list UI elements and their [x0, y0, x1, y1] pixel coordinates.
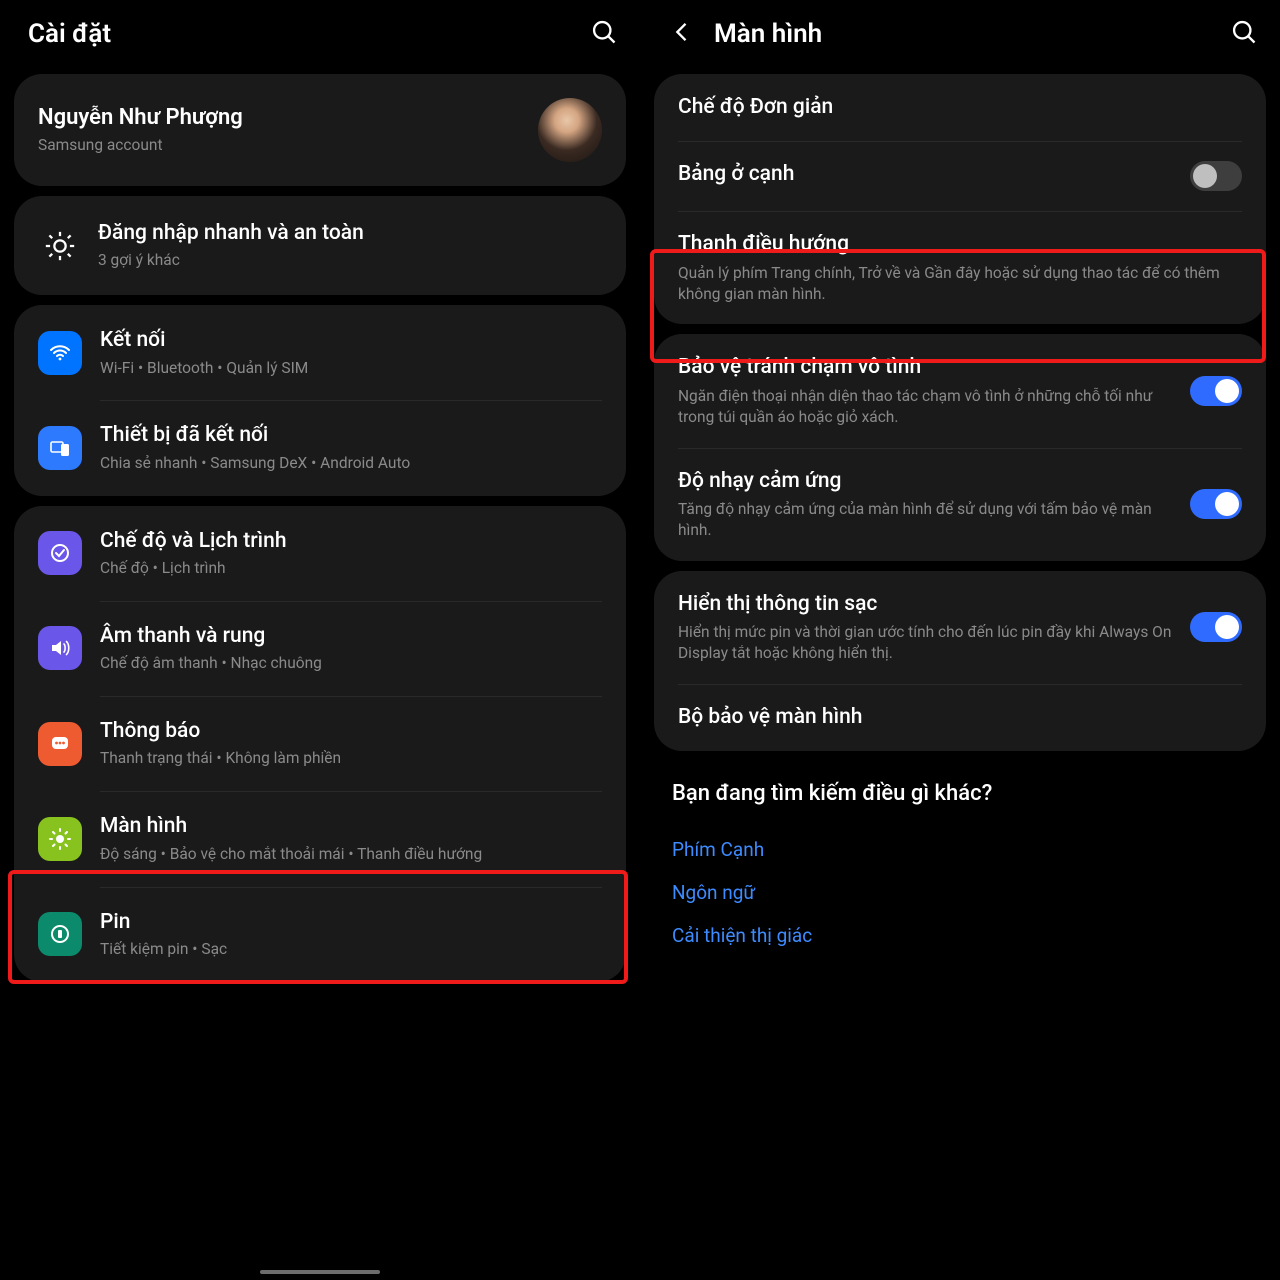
tip-sub: 3 gợi ý khác	[98, 250, 602, 271]
item-touch-sensitivity[interactable]: Độ nhạy cảm ứng Tăng độ nhạy cảm ứng của…	[654, 448, 1266, 561]
back-icon[interactable]	[668, 18, 696, 50]
wifi-icon	[38, 331, 82, 375]
item-charging-info[interactable]: Hiển thị thông tin sạc Hiển thị mức pin …	[654, 571, 1266, 684]
page-title: Cài đặt	[28, 19, 590, 49]
item-notifications[interactable]: Thông báo Thanh trạng thái • Không làm p…	[14, 696, 626, 791]
more-heading: Bạn đang tìm kiếm điều gì khác?	[672, 781, 1248, 806]
item-battery[interactable]: Pin Tiết kiệm pin • Sạc	[14, 887, 626, 982]
notifications-icon	[38, 722, 82, 766]
battery-icon	[38, 912, 82, 956]
link-side-key[interactable]: Phím Cạnh	[672, 828, 1248, 871]
display-group-1: Chế độ Đơn giản Bảng ở cạnh Thanh điều h…	[654, 74, 1266, 324]
devices-icon	[38, 426, 82, 470]
link-vision-improve[interactable]: Cải thiện thị giác	[672, 914, 1248, 957]
settings-header: Cài đặt	[8, 0, 632, 64]
item-sound[interactable]: Âm thanh và rung Chế độ âm thanh • Nhạc …	[14, 601, 626, 696]
item-connected-devices[interactable]: Thiết bị đã kết nối Chia sẻ nhanh • Sams…	[14, 400, 626, 495]
search-icon[interactable]	[590, 18, 618, 50]
display-group-2: Bảo vệ tránh chạm vô tình Ngăn điện thoạ…	[654, 334, 1266, 560]
brightness-icon	[38, 817, 82, 861]
item-accidental-touch[interactable]: Bảo vệ tránh chạm vô tình Ngăn điện thoạ…	[654, 334, 1266, 447]
search-icon[interactable]	[1230, 18, 1258, 50]
home-indicator[interactable]	[260, 1270, 380, 1274]
avatar[interactable]	[538, 98, 602, 162]
item-easy-mode[interactable]: Chế độ Đơn giản	[654, 74, 1266, 141]
item-edge-panels[interactable]: Bảng ở cạnh	[654, 141, 1266, 211]
prefs-group: Chế độ và Lịch trình Chế độ • Lịch trình…	[14, 506, 626, 982]
display-group-3: Hiển thị thông tin sạc Hiển thị mức pin …	[654, 571, 1266, 751]
lightbulb-icon	[38, 224, 82, 268]
item-display[interactable]: Màn hình Độ sáng • Bảo vệ cho mắt thoải …	[14, 791, 626, 886]
item-modes[interactable]: Chế độ và Lịch trình Chế độ • Lịch trình	[14, 506, 626, 601]
modes-icon	[38, 531, 82, 575]
toggle-charging-info[interactable]	[1190, 612, 1242, 642]
page-title: Màn hình	[714, 19, 1230, 49]
tip-title: Đăng nhập nhanh và an toàn	[98, 220, 602, 247]
display-header: Màn hình	[648, 0, 1272, 64]
account-name: Nguyễn Như Phượng	[38, 104, 538, 133]
link-language[interactable]: Ngôn ngữ	[672, 871, 1248, 914]
tips-card[interactable]: Đăng nhập nhanh và an toàn 3 gợi ý khác	[14, 196, 626, 295]
toggle-accidental-touch[interactable]	[1190, 376, 1242, 406]
item-screen-saver[interactable]: Bộ bảo vệ màn hình	[654, 684, 1266, 751]
item-navigation-bar[interactable]: Thanh điều hướng Quản lý phím Trang chín…	[654, 211, 1266, 324]
account-card[interactable]: Nguyễn Như Phượng Samsung account	[14, 74, 626, 186]
toggle-edge-panels[interactable]	[1190, 161, 1242, 191]
looking-for-something: Bạn đang tìm kiếm điều gì khác? Phím Cạn…	[648, 781, 1272, 997]
sound-icon	[38, 626, 82, 670]
toggle-touch-sensitivity[interactable]	[1190, 489, 1242, 519]
account-sub: Samsung account	[38, 135, 538, 156]
connections-group: Kết nối Wi-Fi • Bluetooth • Quản lý SIM …	[14, 305, 626, 495]
item-connections[interactable]: Kết nối Wi-Fi • Bluetooth • Quản lý SIM	[14, 305, 626, 400]
